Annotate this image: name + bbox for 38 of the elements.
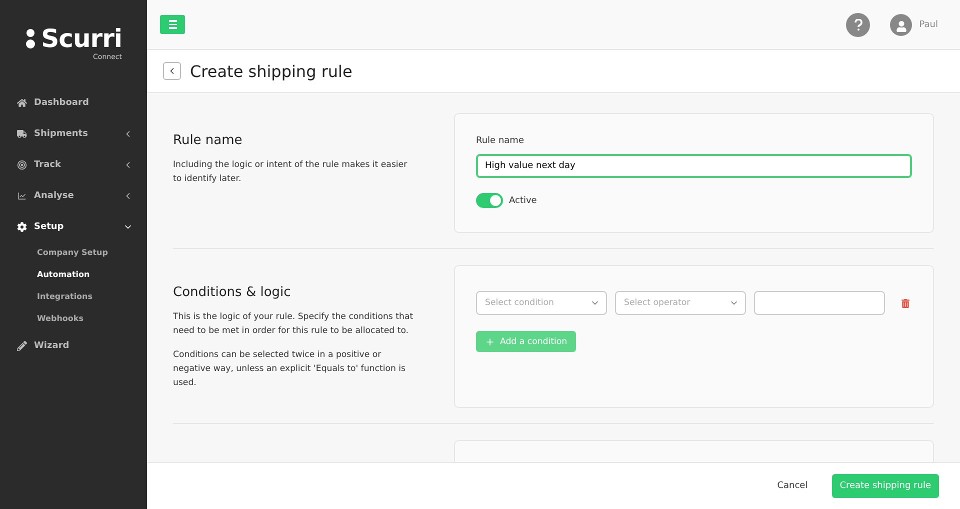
nav-item[interactable]: Track (0, 149, 147, 180)
gear-icon (17, 222, 27, 232)
avatar[interactable] (890, 14, 912, 36)
nav-item[interactable]: Dashboard (0, 87, 147, 118)
cancel-button[interactable]: Cancel (771, 480, 814, 492)
nav-item[interactable]: Setup (0, 211, 147, 242)
page-title: Create shipping rule (190, 62, 352, 80)
truck-icon (17, 128, 27, 138)
section-description: This is the logic of your rule. Specify the conditions that need to be met in order for this rule to be allocated to. (173, 311, 414, 338)
pencil-icon (17, 340, 27, 350)
home-icon (17, 98, 27, 108)
target-icon (17, 160, 27, 170)
section-title: Rule name (173, 133, 244, 148)
plus-icon (485, 336, 495, 346)
nav-subitem[interactable]: Automation (0, 264, 147, 286)
section-title: Conditions & logic (173, 285, 292, 300)
nav-item[interactable]: Analyse (0, 180, 147, 211)
menu-button[interactable] (160, 15, 185, 34)
nav-subitem[interactable]: Integrations (0, 286, 147, 308)
logo-icon (26, 28, 36, 50)
nav-subitem[interactable]: Company Setup (0, 242, 147, 264)
value-input[interactable] (754, 291, 885, 315)
help-button[interactable] (846, 12, 870, 36)
chart-icon (17, 190, 27, 200)
trash-icon[interactable] (901, 298, 910, 308)
brand-name: Scurri (41, 26, 122, 52)
rule-name-input[interactable]: High value next day (476, 154, 912, 178)
nav-item[interactable]: Shipments (0, 118, 147, 149)
toggle-label: Active (509, 196, 537, 206)
nav-item[interactable]: Wizard (0, 330, 147, 361)
field-label: Rule name (476, 136, 525, 146)
section-description: Including the logic or intent of the rule makes it easier to identify later. (173, 159, 408, 186)
section-description: Conditions can be selected twice in a positive or negative way, unless an explicit 'Equals to' function is used. (173, 349, 407, 390)
nav-subitem[interactable]: Webhooks (0, 308, 147, 330)
back-button[interactable] (163, 62, 181, 80)
user-icon (896, 20, 907, 32)
active-toggle[interactable] (476, 193, 503, 208)
help-icon (854, 18, 863, 30)
